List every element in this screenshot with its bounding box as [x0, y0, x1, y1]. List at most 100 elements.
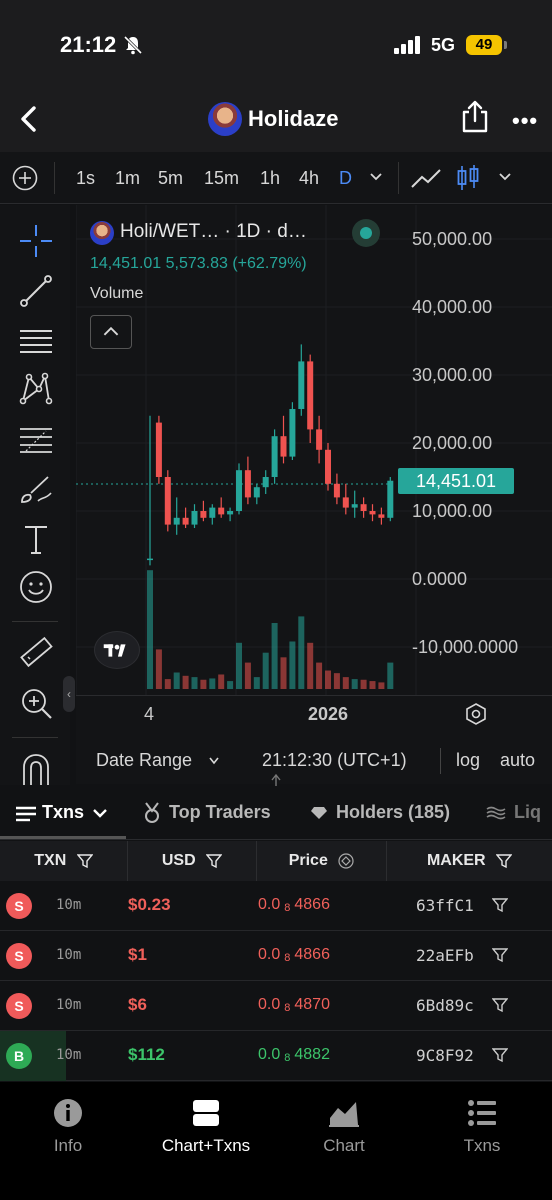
- price-axis-label: 50,000.00: [412, 229, 493, 249]
- tab-liquidity[interactable]: Liq: [514, 802, 541, 823]
- list-icon: [468, 1100, 496, 1126]
- timeframe-15m[interactable]: 15m: [204, 168, 239, 189]
- filter-icon[interactable]: [492, 1047, 508, 1063]
- candlestick-chart-icon[interactable]: [456, 164, 480, 192]
- price-axis-label: 30,000.00: [412, 365, 493, 385]
- timeframe-4h[interactable]: 4h: [299, 168, 319, 189]
- trend-line-icon[interactable]: [18, 273, 54, 309]
- price-axis-label: 0.0000: [412, 569, 468, 589]
- tab-txns[interactable]: Txns: [42, 802, 84, 823]
- timeframe-1m[interactable]: 1m: [115, 168, 140, 189]
- tab-holders[interactable]: Holders (185): [336, 802, 450, 823]
- line-chart-icon[interactable]: [410, 166, 442, 190]
- txn-usd: $6: [128, 995, 147, 1014]
- text-tool-icon[interactable]: [18, 521, 54, 557]
- nav-chart-txns[interactable]: Chart+Txns: [146, 1098, 266, 1156]
- table-row[interactable]: B 10m $112 0.0 8 4882 9C8F92: [0, 1031, 552, 1081]
- filter-icon[interactable]: [492, 997, 508, 1013]
- chart-settings-icon[interactable]: [464, 702, 488, 726]
- last-price-tag: 14,451.01: [398, 468, 514, 494]
- column-header-usd[interactable]: USD: [128, 841, 257, 881]
- tradingview-logo-icon[interactable]: [94, 631, 140, 669]
- price-change-line: 14,451.01 5,573.83 (+62.79%): [90, 255, 307, 272]
- timeframe-d[interactable]: D: [339, 168, 352, 189]
- horizontal-lines-icon[interactable]: [18, 323, 54, 359]
- txn-price: 0.0 8 4882: [258, 1046, 330, 1064]
- share-icon[interactable]: [460, 100, 490, 134]
- add-symbol-icon[interactable]: [12, 165, 38, 191]
- filter-icon[interactable]: [206, 853, 223, 869]
- log-scale-toggle[interactable]: log: [456, 750, 480, 771]
- auto-scale-toggle[interactable]: auto: [500, 750, 535, 771]
- menu-lines-icon: [16, 806, 36, 822]
- market-status-icon: [352, 219, 380, 247]
- table-row[interactable]: S 10m $0.23 0.0 8 4866 63ffC1: [0, 881, 552, 931]
- price-axis-label: -10,000.0000: [412, 637, 519, 657]
- token-avatar: [208, 102, 242, 136]
- nav-info[interactable]: Info: [8, 1098, 128, 1156]
- timeframe-1h[interactable]: 1h: [260, 168, 280, 189]
- date-range-button[interactable]: Date Range: [96, 750, 192, 771]
- collapse-toolbar-handle[interactable]: ‹: [63, 676, 75, 712]
- pattern-tool-icon[interactable]: [18, 371, 54, 407]
- price-chart[interactable]: Holi/WET… · 1D · d… 14,451.01 5,573.83 (…: [76, 205, 552, 745]
- sell-badge: S: [6, 893, 32, 919]
- table-row[interactable]: S 10m $1 0.0 8 4866 22aEFb: [0, 931, 552, 981]
- battery-level: 49: [466, 35, 502, 55]
- emoji-icon[interactable]: [18, 569, 54, 605]
- column-title: USD: [161, 852, 196, 869]
- chart-clock[interactable]: 21:12:30 (UTC+1): [262, 750, 407, 771]
- app-header: Holidaze •••: [0, 90, 552, 152]
- column-header-maker[interactable]: MAKER: [387, 841, 552, 881]
- chevron-down-icon[interactable]: [208, 756, 220, 766]
- more-options-icon[interactable]: •••: [512, 108, 538, 134]
- collapse-legend-button[interactable]: [90, 315, 132, 349]
- filter-icon[interactable]: [76, 853, 93, 869]
- network-type: 5G: [431, 35, 456, 55]
- tab-top-traders[interactable]: Top Traders: [169, 802, 271, 823]
- timeframe-1s[interactable]: 1s: [76, 168, 95, 189]
- column-title: Price: [288, 852, 328, 869]
- txn-maker[interactable]: 63ffC1: [416, 896, 474, 915]
- chevron-down-icon[interactable]: [92, 807, 108, 819]
- table-row[interactable]: S 10m $6 0.0 8 4870 6Bd89c: [0, 981, 552, 1031]
- timeframe-5m[interactable]: 5m: [158, 168, 183, 189]
- back-chevron-icon[interactable]: [16, 104, 42, 134]
- bottom-navigation: Info Chart+Txns Chart Txns: [0, 1082, 552, 1200]
- liquidity-waves-icon: [486, 806, 506, 820]
- txn-age: 10m: [56, 947, 82, 963]
- column-header-txn[interactable]: TXN: [0, 841, 128, 881]
- ruler-icon[interactable]: [18, 635, 54, 671]
- nav-label: Info: [53, 1136, 83, 1155]
- timeframe-chevron-down-icon[interactable]: [368, 170, 384, 184]
- price-axis-label: 40,000.00: [412, 297, 493, 317]
- txn-price: 0.0 8 4866: [258, 896, 330, 914]
- txn-table-header: TXN USD Price MAKER: [0, 841, 552, 881]
- txn-age: 10m: [56, 897, 82, 913]
- crosshair-icon[interactable]: [18, 223, 54, 259]
- chart-footer: Date Range 21:12:30 (UTC+1) log auto: [76, 738, 552, 784]
- fib-retracement-icon[interactable]: [18, 421, 54, 457]
- battery-cap: [504, 41, 507, 49]
- filter-icon[interactable]: [492, 947, 508, 963]
- toolbar-divider: [12, 737, 58, 738]
- divider: [54, 162, 55, 194]
- chart-type-chevron-down-icon[interactable]: [497, 170, 513, 184]
- filter-icon[interactable]: [496, 853, 513, 869]
- txn-maker[interactable]: 9C8F92: [416, 1046, 474, 1065]
- zoom-in-icon[interactable]: [18, 685, 54, 721]
- nav-chart[interactable]: Chart: [284, 1098, 404, 1156]
- divider: [398, 162, 399, 194]
- nav-label: Txns: [463, 1136, 501, 1155]
- brush-icon[interactable]: [18, 471, 54, 507]
- nav-txns[interactable]: Txns: [422, 1098, 542, 1156]
- txn-maker[interactable]: 6Bd89c: [416, 996, 474, 1015]
- data-tabs: Txns Top Traders Holders (185) Liq: [0, 786, 552, 840]
- time-axis[interactable]: 4 2026: [76, 695, 552, 735]
- column-header-price[interactable]: Price: [257, 841, 387, 881]
- toggle-unit-icon[interactable]: [338, 853, 354, 869]
- filter-icon[interactable]: [492, 897, 508, 913]
- txn-maker[interactable]: 22aEFb: [416, 946, 474, 965]
- symbol-label[interactable]: Holi/WET… · 1D · d…: [120, 221, 307, 243]
- magnet-icon[interactable]: [18, 751, 54, 787]
